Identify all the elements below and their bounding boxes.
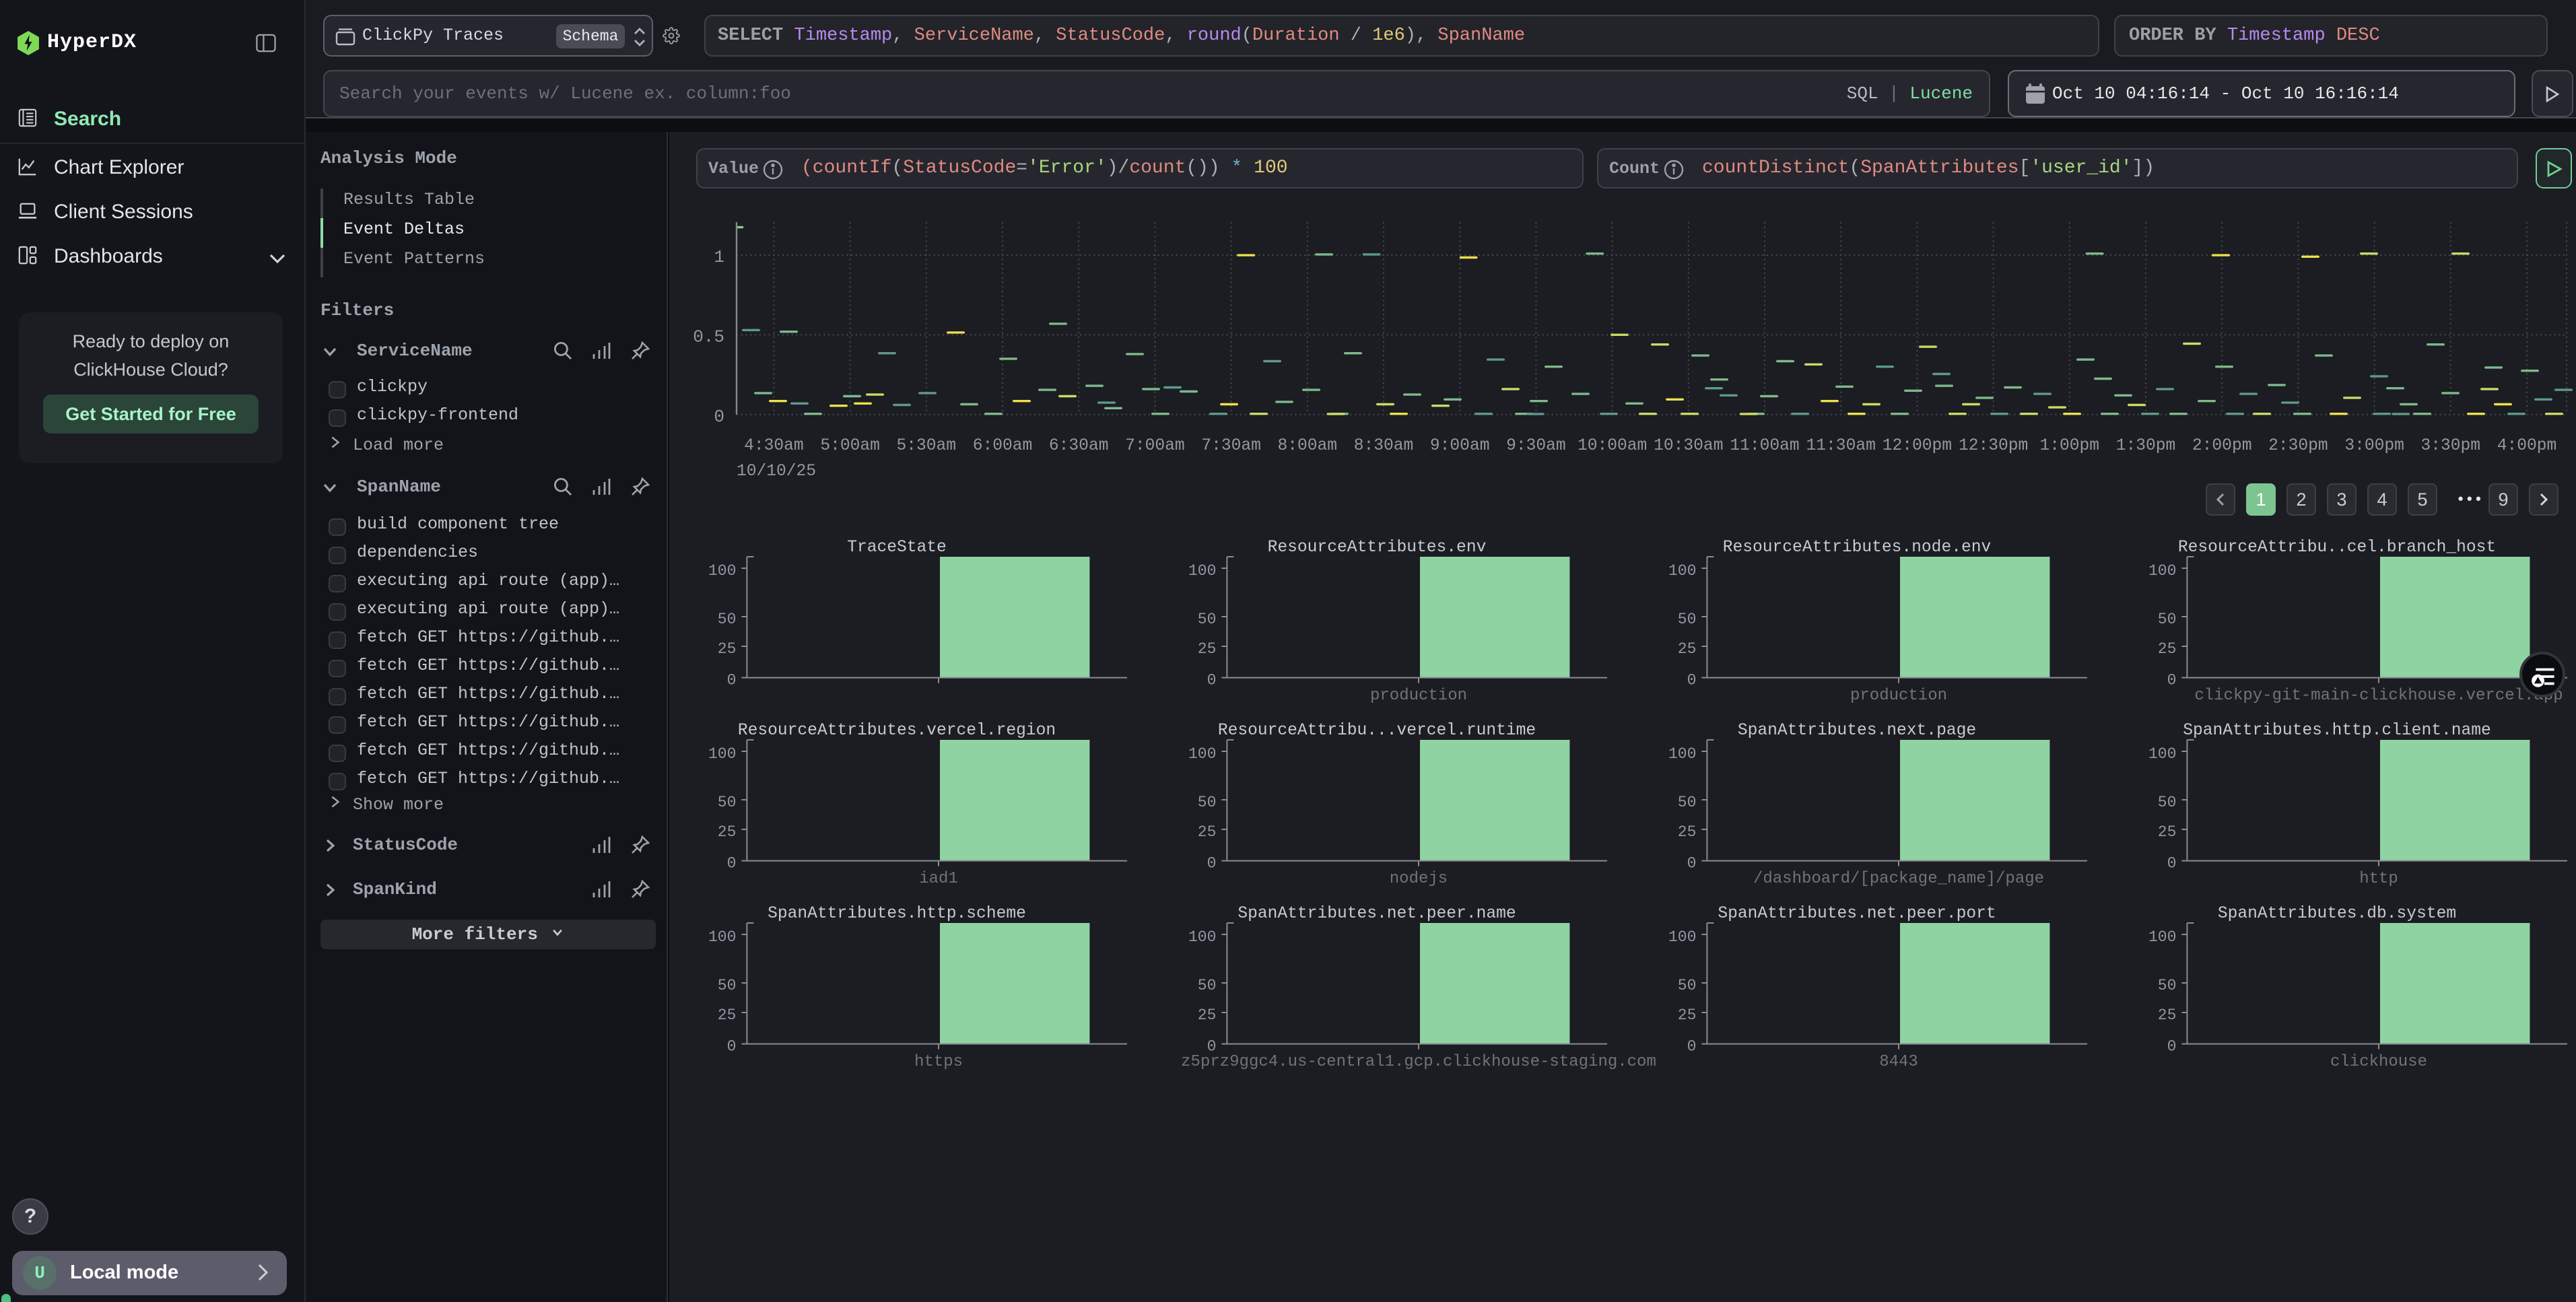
svg-text:clickpy-git-main-clickhouse.ve: clickpy-git-main-clickhouse.vercel.app (2194, 687, 2563, 705)
svg-text:z5prz9ggc4.us-central1.gcp.cli: z5prz9ggc4.us-central1.gcp.clickhouse-st… (1181, 1053, 1656, 1071)
svg-text:50: 50 (718, 611, 737, 628)
svg-text:50: 50 (718, 794, 737, 811)
svg-text:8443: 8443 (1879, 1053, 1918, 1071)
svg-text:0: 0 (1687, 672, 1697, 689)
svg-text:25: 25 (2158, 1006, 2177, 1024)
svg-text:ResourceAttributes.vercel.regi: ResourceAttributes.vercel.region (738, 722, 1056, 740)
svg-text:100: 100 (1188, 745, 1216, 763)
svg-text:9:30am: 9:30am (1506, 437, 1566, 455)
svg-text:25: 25 (1678, 823, 1697, 841)
svg-text:7:30am: 7:30am (1201, 437, 1261, 455)
svg-text:0: 0 (2167, 672, 2177, 689)
svg-text:nodejs: nodejs (1390, 870, 1448, 888)
svg-text:25: 25 (2158, 823, 2177, 841)
svg-text:iad1: iad1 (919, 870, 958, 888)
svg-text:SpanAttributes.db.system: SpanAttributes.db.system (2218, 905, 2456, 923)
svg-text:TraceState: TraceState (847, 539, 947, 557)
svg-text:25: 25 (1678, 640, 1697, 658)
svg-text:50: 50 (1198, 794, 1217, 811)
svg-text:50: 50 (2158, 794, 2177, 811)
svg-text:11:30am: 11:30am (1806, 437, 1876, 455)
svg-text:25: 25 (718, 640, 737, 658)
svg-text:100: 100 (2148, 562, 2176, 580)
svg-text:0: 0 (1207, 672, 1217, 689)
svg-text:8:00am: 8:00am (1278, 437, 1338, 455)
svg-text:5:30am: 5:30am (897, 437, 957, 455)
svg-text:100: 100 (1188, 562, 1216, 580)
svg-text:0.5: 0.5 (693, 327, 724, 347)
svg-text:4:00pm: 4:00pm (2497, 437, 2557, 455)
svg-text:4:30am: 4:30am (744, 437, 804, 455)
svg-text:7:00am: 7:00am (1125, 437, 1185, 455)
svg-text:SpanAttributes.net.peer.name: SpanAttributes.net.peer.name (1238, 905, 1516, 923)
svg-text:25: 25 (1198, 1006, 1217, 1024)
svg-text:3:30pm: 3:30pm (2421, 437, 2481, 455)
svg-text:11:00am: 11:00am (1730, 437, 1799, 455)
svg-text:50: 50 (1678, 611, 1697, 628)
svg-text:SpanAttributes.net.peer.port: SpanAttributes.net.peer.port (1718, 905, 1996, 923)
svg-text:SpanAttributes.http.client.nam: SpanAttributes.http.client.name (2183, 722, 2491, 740)
svg-text:12:00pm: 12:00pm (1883, 437, 1952, 455)
svg-text:5:00am: 5:00am (820, 437, 880, 455)
svg-text:ResourceAttributes.node.env: ResourceAttributes.node.env (1723, 539, 1991, 557)
svg-text:100: 100 (708, 562, 736, 580)
svg-text:6:00am: 6:00am (973, 437, 1033, 455)
svg-text:ResourceAttributes.env: ResourceAttributes.env (1268, 539, 1487, 557)
svg-text:10:00am: 10:00am (1578, 437, 1647, 455)
svg-text:50: 50 (2158, 611, 2177, 628)
svg-text:/dashboard/[package_name]/page: /dashboard/[package_name]/page (1753, 870, 2044, 888)
svg-text:1:30pm: 1:30pm (2116, 437, 2176, 455)
svg-text:50: 50 (1198, 977, 1217, 994)
svg-text:100: 100 (1668, 562, 1696, 580)
svg-text:ResourceAttribu..cel.branch_ho: ResourceAttribu..cel.branch_host (2178, 539, 2496, 557)
svg-text:0: 0 (714, 407, 724, 427)
svg-text:0: 0 (1687, 1038, 1697, 1056)
svg-text:100: 100 (708, 928, 736, 946)
svg-text:25: 25 (718, 823, 737, 841)
svg-text:25: 25 (1678, 1006, 1697, 1024)
svg-text:10:30am: 10:30am (1654, 437, 1723, 455)
svg-text:25: 25 (2158, 640, 2177, 658)
svg-text:25: 25 (718, 1006, 737, 1024)
svg-text:https: https (914, 1053, 963, 1071)
svg-text:9:00am: 9:00am (1430, 437, 1490, 455)
svg-text:clickhouse: clickhouse (2330, 1053, 2427, 1071)
svg-text:2:00pm: 2:00pm (2192, 437, 2252, 455)
svg-text:ResourceAttribu...vercel.runti: ResourceAttribu...vercel.runtime (1218, 722, 1536, 740)
svg-text:25: 25 (1198, 640, 1217, 658)
svg-text:production: production (1850, 687, 1947, 705)
svg-text:100: 100 (1188, 928, 1216, 946)
svg-text:100: 100 (2148, 745, 2176, 763)
svg-text:50: 50 (2158, 977, 2177, 994)
svg-text:50: 50 (1678, 794, 1697, 811)
svg-text:SpanAttributes.next.page: SpanAttributes.next.page (1738, 722, 1976, 740)
svg-text:1: 1 (714, 247, 724, 267)
svg-text:0: 0 (727, 855, 737, 872)
svg-text:10/10/25: 10/10/25 (737, 462, 816, 481)
svg-text:2:30pm: 2:30pm (2268, 437, 2328, 455)
svg-text:50: 50 (718, 977, 737, 994)
svg-text:3:00pm: 3:00pm (2344, 437, 2404, 455)
svg-text:0: 0 (727, 1038, 737, 1056)
svg-text:0: 0 (2167, 855, 2177, 872)
svg-text:100: 100 (708, 745, 736, 763)
svg-text:100: 100 (1668, 745, 1696, 763)
svg-text:SpanAttributes.http.scheme: SpanAttributes.http.scheme (768, 905, 1026, 923)
svg-text:100: 100 (1668, 928, 1696, 946)
svg-text:50: 50 (1198, 611, 1217, 628)
svg-text:1:00pm: 1:00pm (2040, 437, 2100, 455)
svg-text:12:30pm: 12:30pm (1959, 437, 2028, 455)
svg-text:0: 0 (2167, 1038, 2177, 1056)
svg-text:8:30am: 8:30am (1354, 437, 1414, 455)
svg-text:25: 25 (1198, 823, 1217, 841)
svg-text:100: 100 (2148, 928, 2176, 946)
svg-text:production: production (1370, 687, 1467, 705)
svg-text:0: 0 (727, 672, 737, 689)
svg-text:6:30am: 6:30am (1049, 437, 1109, 455)
svg-text:http: http (2359, 870, 2398, 888)
svg-text:50: 50 (1678, 977, 1697, 994)
svg-text:0: 0 (1687, 855, 1697, 872)
svg-text:0: 0 (1207, 855, 1217, 872)
